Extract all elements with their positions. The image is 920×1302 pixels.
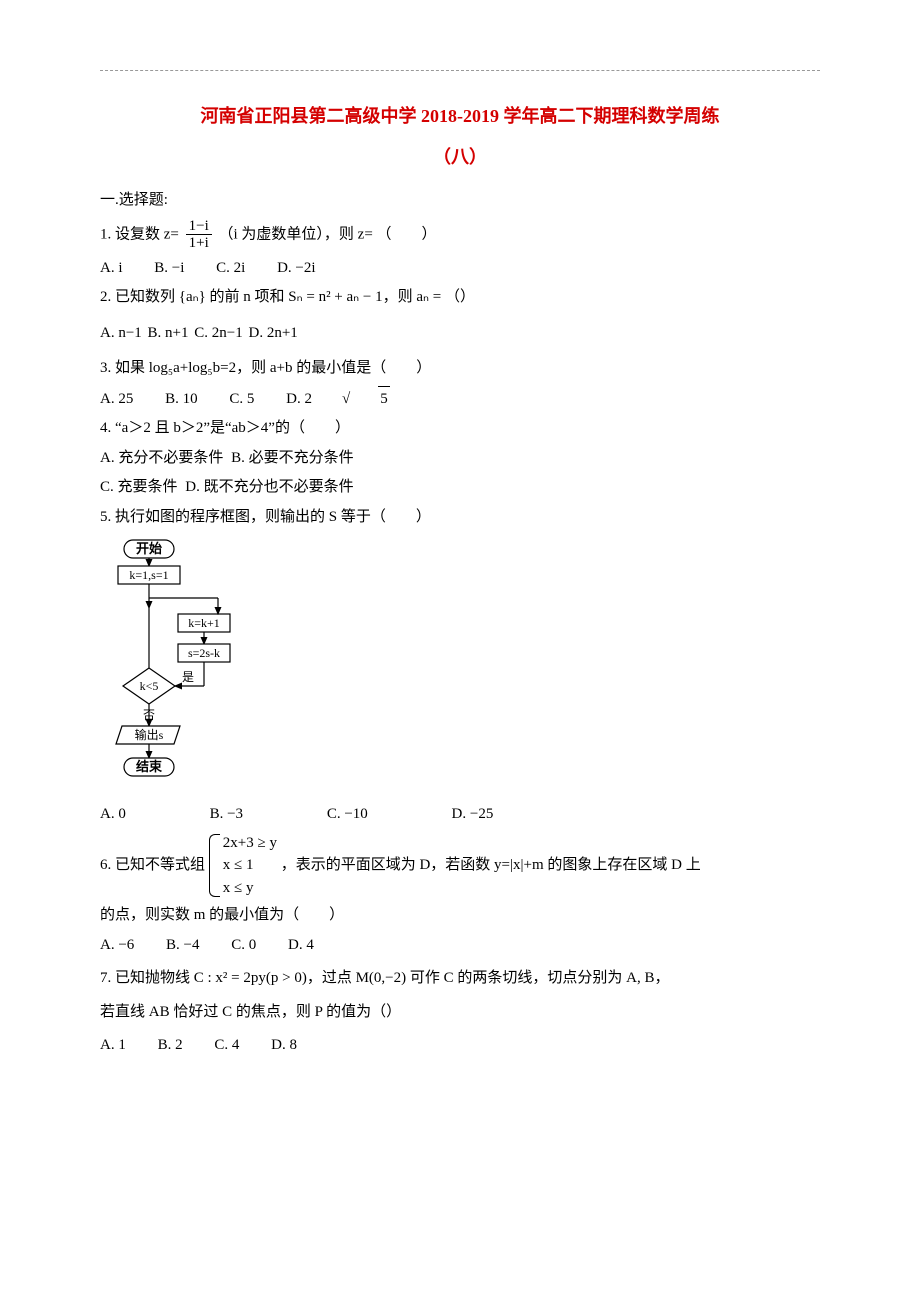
- question-5: 5. 执行如图的程序框图，则输出的 S 等于（ ）: [100, 505, 820, 531]
- flowchart-diagram: 开始 k=1,s=1 k=k+1 s=2s-k 是 k<5 否 输出s 结束: [100, 536, 250, 796]
- flow-upd: s=2s-k: [188, 646, 220, 660]
- q4-opt-c: C. 充要条件: [100, 475, 178, 501]
- q2-opt-d: D. 2n+1: [248, 321, 297, 347]
- q6-options: A. −6 B. −4 C. 0 D. 4: [100, 933, 820, 959]
- q5-opt-b: B. −3: [210, 802, 243, 828]
- question-7b: 若直线 AB 恰好过 C 的焦点，则 P 的值为（）: [100, 1000, 820, 1026]
- flow-end: 结束: [136, 759, 163, 774]
- question-2: 2. 已知数列 {aₙ} 的前 n 项和 Sₙ = n² + aₙ − 1，则 …: [100, 285, 820, 311]
- q3-opt-b: B. 10: [165, 387, 198, 413]
- flow-out: 输出s: [135, 727, 164, 742]
- question-7a: 7. 已知抛物线 C : x² = 2py(p > 0)，过点 M(0,−2) …: [100, 966, 820, 992]
- q1-opt-c: C. 2i: [216, 256, 245, 282]
- q6-opt-d: D. 4: [288, 933, 314, 959]
- q6-opt-b: B. −4: [166, 933, 199, 959]
- q2-opt-c: C. 2n−1: [194, 321, 242, 347]
- section-label: 一.选择题:: [100, 188, 820, 214]
- q5-options: A. 0 B. −3 C. −10 D. −25: [100, 802, 820, 828]
- q1-options: A. i B. −i C. 2i D. −2i: [100, 256, 820, 282]
- page-title: 河南省正阳县第二高级中学 2018-2019 学年高二下期理科数学周练: [100, 101, 820, 132]
- q3-opt-a: A. 25: [100, 387, 133, 413]
- q1-opt-b: B. −i: [154, 256, 184, 282]
- q3-opt-c: C. 5: [229, 387, 254, 413]
- q1-stem-prefix: 1. 设复数 z=: [100, 226, 179, 242]
- q3-stem: 3. 如果 log₅a+log₅b=2，则 a+b 的最小值是（ ）: [100, 360, 431, 376]
- q7-opt-a: A. 1: [100, 1033, 126, 1059]
- q4-options-row2: C. 充要条件 D. 既不充分也不必要条件: [100, 475, 820, 501]
- question-1: 1. 设复数 z= 1−i 1+i （i 为虚数单位），则 z= （ ）: [100, 218, 820, 252]
- question-3: 3. 如果 log₅a+log₅b=2，则 a+b 的最小值是（ ）: [100, 356, 820, 382]
- q6-sys1: 2x+3 ≥ y: [223, 832, 277, 855]
- q6-sys3: x ≤ y: [223, 877, 277, 900]
- flow-no: 否: [143, 708, 155, 722]
- q3-opt-d: D. 2 √5: [286, 386, 446, 413]
- flow-yes: 是: [182, 670, 194, 684]
- q6-opt-a: A. −6: [100, 933, 134, 959]
- q4-opt-b: B. 必要不充分条件: [231, 446, 354, 472]
- q6-sys2: x ≤ 1: [223, 854, 277, 877]
- q3-options: A. 25 B. 10 C. 5 D. 2 √5: [100, 386, 820, 413]
- q1-fraction: 1−i 1+i: [186, 218, 212, 252]
- q2-stem: 2. 已知数列 {aₙ} 的前 n 项和 Sₙ = n² + aₙ − 1，则 …: [100, 289, 475, 305]
- q6-stem-mid: ，表示的平面区域为 D，若函数 y=|x|+m 的图象上存在区域 D 上: [281, 857, 701, 873]
- flow-inc: k=k+1: [188, 616, 220, 630]
- q3-opt-d-rad: 5: [378, 386, 390, 413]
- q6-stem-tail: 的点，则实数 m 的最小值为（ ）: [100, 903, 820, 929]
- q2-options: A. n−1 B. n+1 C. 2n−1 D. 2n+1: [100, 321, 820, 347]
- q7-options: A. 1 B. 2 C. 4 D. 8: [100, 1033, 820, 1059]
- sqrt-icon: √5: [340, 386, 418, 413]
- q6-opt-c: C. 0: [231, 933, 256, 959]
- q1-numerator: 1−i: [186, 218, 212, 236]
- q6-stem-prefix: 6. 已知不等式组: [100, 857, 205, 873]
- q1-opt-a: A. i: [100, 256, 123, 282]
- header-divider: [100, 70, 820, 71]
- q5-stem: 5. 执行如图的程序框图，则输出的 S 等于（ ）: [100, 509, 431, 525]
- q4-opt-d: D. 既不充分也不必要条件: [185, 475, 353, 501]
- q2-opt-a: A. n−1: [100, 321, 142, 347]
- flow-init: k=1,s=1: [129, 568, 168, 582]
- question-6: 6. 已知不等式组 2x+3 ≥ y x ≤ 1 x ≤ y ，表示的平面区域为…: [100, 832, 820, 900]
- q7-opt-d: D. 8: [271, 1033, 297, 1059]
- q4-opt-a: A. 充分不必要条件: [100, 446, 223, 472]
- q5-opt-a: A. 0: [100, 802, 126, 828]
- flow-cond: k<5: [140, 679, 159, 693]
- q7-opt-b: B. 2: [158, 1033, 183, 1059]
- q1-opt-d: D. −2i: [277, 256, 315, 282]
- q2-opt-b: B. n+1: [148, 321, 189, 347]
- q6-system: 2x+3 ≥ y x ≤ 1 x ≤ y: [209, 832, 277, 900]
- q5-opt-c: C. −10: [327, 802, 368, 828]
- page-subtitle: （八）: [100, 142, 820, 173]
- q1-stem-suffix: （i 为虚数单位），则 z= （ ）: [219, 226, 437, 242]
- q5-opt-d: D. −25: [452, 802, 494, 828]
- q7-opt-c: C. 4: [214, 1033, 239, 1059]
- q3-opt-d-prefix: D. 2: [286, 387, 312, 413]
- flow-start: 开始: [136, 541, 162, 556]
- q1-denominator: 1+i: [186, 235, 212, 252]
- q4-stem: 4. “a＞2 且 b＞2”是“ab＞4”的（ ）: [100, 420, 350, 436]
- q4-options-row1: A. 充分不必要条件 B. 必要不充分条件: [100, 446, 820, 472]
- question-4: 4. “a＞2 且 b＞2”是“ab＞4”的（ ）: [100, 416, 820, 442]
